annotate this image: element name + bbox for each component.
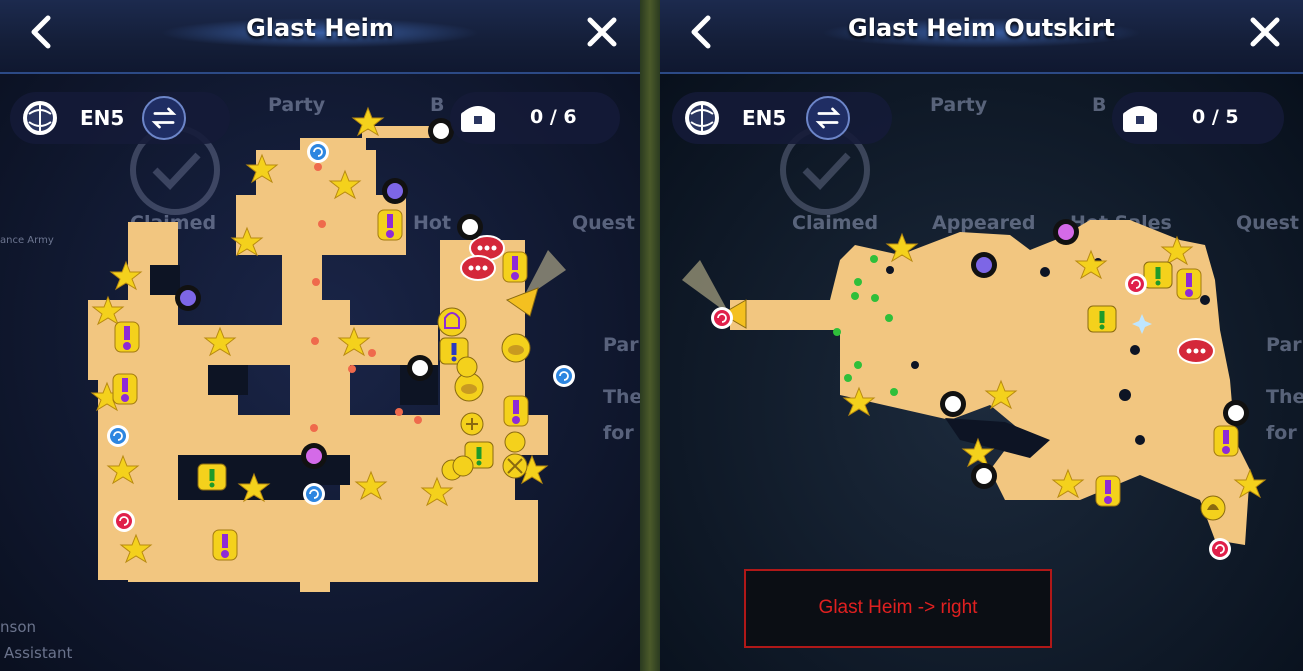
region-bar: EN5 xyxy=(672,92,892,144)
treasure-bar: 0 / 6 xyxy=(450,92,620,144)
treasure-count: 0 / 6 xyxy=(530,106,577,128)
region-code: EN5 xyxy=(742,106,787,130)
panel-divider xyxy=(640,0,660,671)
globe-icon xyxy=(685,101,719,135)
chevron-left-icon[interactable] xyxy=(22,12,62,52)
annotation-box: Glast Heim -> right xyxy=(744,569,1052,648)
map-title: Glast Heim xyxy=(246,14,394,42)
chevron-left-icon[interactable] xyxy=(682,12,722,52)
map-panel-glast-heim: Party B Claimed Hot Quest Par The for an… xyxy=(0,0,640,671)
swap-arrows-icon[interactable] xyxy=(806,96,850,140)
walkable-area xyxy=(88,126,548,592)
map-title: Glast Heim Outskirt xyxy=(848,14,1115,42)
globe-icon xyxy=(23,101,57,135)
region-code: EN5 xyxy=(80,106,125,130)
treasure-bar: 0 / 5 xyxy=(1112,92,1284,144)
region-bar: EN5 xyxy=(10,92,230,144)
service-npc-markers[interactable] xyxy=(1200,495,1226,521)
title-bar: Glast Heim xyxy=(0,0,640,74)
treasure-chest-icon xyxy=(461,106,495,132)
chat-npc-markers[interactable] xyxy=(1177,338,1215,364)
close-x-icon[interactable] xyxy=(582,12,622,52)
annotation-text: Glast Heim -> right xyxy=(818,597,978,618)
treasure-chest-icon xyxy=(1123,106,1157,132)
treasure-count: 0 / 5 xyxy=(1192,106,1239,128)
title-bar: Glast Heim Outskirt xyxy=(660,0,1303,74)
close-x-icon[interactable] xyxy=(1245,12,1285,52)
swap-arrows-icon[interactable] xyxy=(142,96,186,140)
